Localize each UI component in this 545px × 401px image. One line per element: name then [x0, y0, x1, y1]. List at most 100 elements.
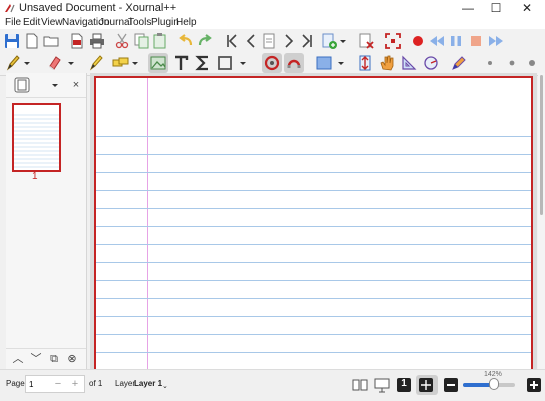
thumbnail-preview [14, 114, 59, 168]
zoom-fit-icon[interactable] [416, 375, 438, 395]
page-total: of 1 [89, 379, 103, 388]
main-toolbar [0, 29, 545, 53]
page-preview-icon[interactable] [12, 75, 32, 95]
ruled-line [96, 298, 531, 299]
dot-medium-icon[interactable] [502, 53, 522, 73]
select-dropdown-icon[interactable] [129, 53, 141, 73]
rotation-snap-icon[interactable] [262, 53, 282, 73]
single-page-button[interactable]: 1 [394, 375, 414, 395]
ruled-line [96, 244, 531, 245]
grid-snap-icon[interactable] [284, 53, 304, 73]
close-window-button[interactable]: ✕ [513, 0, 541, 16]
move-page-down-icon[interactable]: ﹀ [28, 351, 44, 367]
dot-small-icon[interactable] [480, 53, 500, 73]
zoom-in-icon[interactable] [524, 375, 544, 395]
shape-dropdown-icon[interactable] [237, 53, 249, 73]
layer-dropdown-icon[interactable]: ⌄ [162, 382, 168, 390]
new-document-icon[interactable] [22, 31, 42, 51]
menu-journal[interactable]: Journal [99, 17, 132, 28]
eraser-icon[interactable] [45, 53, 65, 73]
cut-icon[interactable] [112, 31, 132, 51]
fullscreen-icon[interactable] [383, 31, 403, 51]
dot-large-icon[interactable] [522, 53, 542, 73]
sidebar-dropdown-icon[interactable] [49, 75, 61, 95]
zoom-level: 142% [484, 371, 502, 378]
pen-dropdown-icon[interactable] [21, 53, 33, 73]
next-page-icon[interactable] [279, 31, 299, 51]
window-title: Unsaved Document - Xournal++ [19, 2, 177, 14]
menu-file[interactable]: File [5, 17, 21, 28]
color-picker-icon[interactable] [449, 53, 469, 73]
margin-line [147, 78, 148, 369]
ruled-line [96, 280, 531, 281]
ruled-line [96, 136, 531, 137]
highlighter-icon[interactable] [86, 53, 106, 73]
image-icon[interactable] [148, 53, 168, 73]
presentation-icon[interactable] [372, 375, 392, 395]
copy-page-icon[interactable]: ⧉ [46, 351, 62, 367]
select-region-icon[interactable] [110, 53, 130, 73]
goto-page-icon[interactable] [259, 31, 279, 51]
record-icon[interactable] [408, 31, 428, 51]
export-pdf-icon[interactable] [67, 31, 87, 51]
ruled-line [96, 154, 531, 155]
menu-plugin[interactable]: Plugin [151, 17, 179, 28]
page-thumbnail[interactable] [12, 103, 61, 172]
delete-page-icon[interactable] [356, 31, 376, 51]
maximize-button[interactable]: ☐ [482, 0, 510, 16]
menu-tools[interactable]: Tools [128, 17, 151, 28]
stop-icon[interactable] [466, 31, 486, 51]
eraser-dropdown-icon[interactable] [65, 53, 77, 73]
insert-page-icon[interactable] [319, 31, 339, 51]
page-preview-sidebar: × 1 ︿ ﹀ ⧉ ⊗ [6, 73, 87, 369]
zoom-slider[interactable] [463, 378, 515, 390]
sidebar-close-button[interactable]: × [68, 77, 84, 93]
layer-selector[interactable]: Layer 1 [134, 379, 162, 388]
ruled-line [96, 316, 531, 317]
first-page-icon[interactable] [222, 31, 242, 51]
title-bar: Unsaved Document - Xournal++ — ☐ ✕ [0, 0, 545, 16]
vertical-space-icon[interactable] [355, 53, 375, 73]
xournal-logo-icon [5, 4, 15, 13]
redo-icon[interactable] [195, 31, 215, 51]
page-increment-button[interactable]: + [67, 376, 83, 392]
color-dropdown-icon[interactable] [335, 53, 347, 73]
tex-formula-icon[interactable] [193, 53, 213, 73]
copy-icon[interactable] [131, 31, 151, 51]
fast-forward-icon[interactable] [486, 31, 506, 51]
minimize-button[interactable]: — [454, 0, 482, 16]
text-icon[interactable] [171, 53, 191, 73]
previous-page-icon[interactable] [241, 31, 261, 51]
print-icon[interactable] [87, 31, 107, 51]
last-page-icon[interactable] [297, 31, 317, 51]
page-decrement-button[interactable]: − [50, 376, 66, 392]
document-canvas[interactable] [90, 73, 537, 369]
zoom-out-icon[interactable] [441, 375, 461, 395]
fill-color-icon[interactable] [314, 53, 334, 73]
hand-icon[interactable] [377, 53, 397, 73]
scrollbar-thumb[interactable] [540, 75, 543, 215]
ruled-line [96, 334, 531, 335]
save-icon[interactable] [2, 31, 22, 51]
zoom-slider-handle[interactable] [489, 378, 500, 390]
dual-page-icon[interactable] [350, 375, 370, 395]
delete-page-sidebar-icon[interactable]: ⊗ [64, 351, 80, 367]
insert-page-dropdown-icon[interactable] [337, 31, 349, 51]
move-page-up-icon[interactable]: ︿ [10, 351, 26, 367]
compass-icon[interactable] [421, 53, 441, 73]
shape-icon[interactable] [215, 53, 235, 73]
menu-view[interactable]: View [41, 17, 63, 28]
paste-icon[interactable] [150, 31, 170, 51]
page[interactable] [94, 76, 533, 369]
menu-edit[interactable]: Edit [23, 17, 40, 28]
vertical-scrollbar[interactable] [538, 73, 545, 369]
single-page-label: 1 [401, 378, 407, 389]
setsquare-icon[interactable] [399, 53, 419, 73]
pause-icon[interactable] [446, 31, 466, 51]
ruled-line [96, 262, 531, 263]
undo-icon[interactable] [176, 31, 196, 51]
open-folder-icon[interactable] [41, 31, 61, 51]
rewind-icon[interactable] [427, 31, 447, 51]
pen-icon[interactable] [3, 53, 23, 73]
menu-help[interactable]: Help [176, 17, 197, 28]
